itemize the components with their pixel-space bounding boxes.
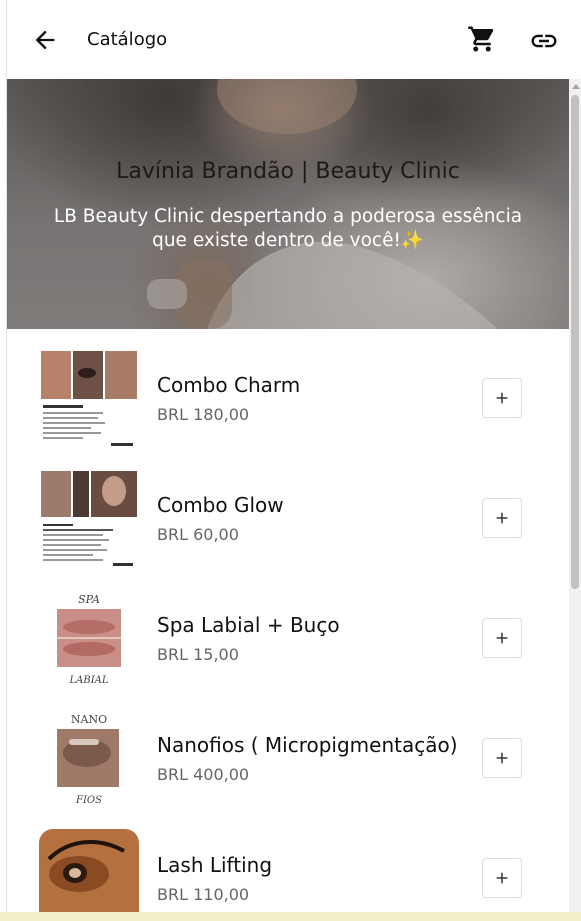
link-icon [531,34,557,48]
cart-button[interactable] [467,24,497,54]
product-name[interactable]: Combo Glow [157,493,284,517]
plus-icon [496,632,508,644]
product-name[interactable]: Lash Lifting [157,853,272,877]
svg-text:NANO: NANO [71,713,107,726]
cart-icon [468,26,494,52]
arrow-back-icon [35,30,55,50]
product-price: BRL 400,00 [157,765,250,784]
plus-icon [496,752,508,764]
plus-icon [496,392,508,404]
product-thumbnail[interactable] [39,829,139,912]
product-price: BRL 60,00 [157,525,239,544]
product-item[interactable]: Combo Charm BRL 180,00 [7,329,569,449]
scrollbar-thumb[interactable] [571,95,579,589]
header: Catálogo [7,0,581,79]
catalog-panel: Catálogo Lavínia Brandão | Beauty Clinic… [7,0,581,912]
svg-text:LABIAL: LABIAL [68,675,108,686]
add-to-cart-button[interactable] [482,618,522,658]
share-link-button[interactable] [529,26,559,54]
plus-icon [496,512,508,524]
bottom-edge [0,912,581,921]
add-to-cart-button[interactable] [482,498,522,538]
product-name[interactable]: Spa Labial + Buço [157,613,340,637]
add-to-cart-button[interactable] [482,858,522,898]
product-list: Combo Charm BRL 180,00 Combo Glow BRL 60… [7,329,569,912]
page-title: Catálogo [87,29,168,50]
product-thumbnail[interactable]: SPA LABIAL [39,589,139,689]
banner-overlay [7,79,569,329]
product-item[interactable]: Combo Glow BRL 60,00 [7,449,569,569]
product-item[interactable]: SPA LABIAL Spa Labial + Buço BRL 15,00 [7,569,569,689]
scroll-up-arrow-icon[interactable] [572,84,580,89]
add-to-cart-button[interactable] [482,738,522,778]
product-price: BRL 15,00 [157,645,239,664]
product-name[interactable]: Nanofios ( Micropigmentação) [157,733,458,757]
product-name[interactable]: Combo Charm [157,373,300,397]
svg-text:SPA: SPA [78,593,100,606]
left-edge [0,0,7,921]
back-button[interactable] [31,26,59,54]
banner-subtitle: LB Beauty Clinic despertando a poderosa … [53,206,523,251]
product-item[interactable]: Lash Lifting BRL 110,00 [7,809,569,912]
product-price: BRL 110,00 [157,885,250,904]
product-thumbnail[interactable] [39,469,139,569]
banner-title: Lavínia Brandão | Beauty Clinic [116,159,460,184]
svg-text:FIOS: FIOS [75,795,102,806]
store-banner: Lavínia Brandão | Beauty Clinic LB Beaut… [7,79,569,329]
add-to-cart-button[interactable] [482,378,522,418]
product-item[interactable]: NANO FIOS Nanofios ( Micropigmentação) B… [7,689,569,809]
plus-icon [496,872,508,884]
product-thumbnail[interactable]: NANO FIOS [39,709,139,809]
product-price: BRL 180,00 [157,405,250,424]
product-thumbnail[interactable] [39,349,139,449]
